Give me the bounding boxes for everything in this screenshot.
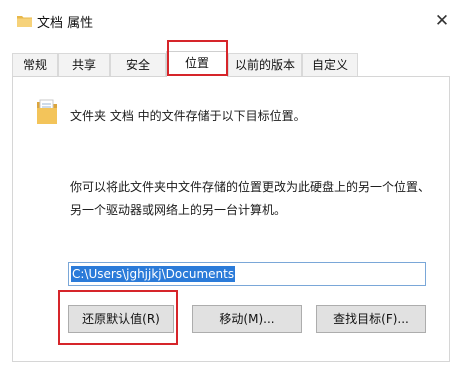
tab-sharing[interactable]: 共享	[58, 53, 110, 76]
path-text: C:\Users\jghjjkj\Documents	[71, 266, 236, 282]
location-description: 你可以将此文件夹中文件存储的位置更改为此硬盘上的另一个位置、另一个驱动器或网络上…	[70, 180, 431, 217]
folder-icon	[17, 14, 32, 30]
window-title: 文档 属性	[37, 16, 94, 31]
location-summary: 文件夹 文档 中的文件存储于以下目标位置。	[70, 109, 306, 123]
tab-location[interactable]: 位置	[166, 51, 228, 77]
tab-general[interactable]: 常规	[12, 53, 58, 76]
tab-strip: 常规 共享 安全 位置 以前的版本 自定义	[12, 51, 452, 77]
move-button[interactable]: 移动(M)...	[192, 305, 302, 333]
path-input[interactable]: C:\Users\jghjjkj\Documents	[68, 262, 426, 286]
tab-previous-versions[interactable]: 以前的版本	[228, 53, 302, 76]
tab-security[interactable]: 安全	[110, 53, 166, 76]
close-button[interactable]: ✕	[432, 10, 452, 32]
find-target-button[interactable]: 查找目标(F)...	[316, 305, 426, 333]
title-bar: 文档 属性 ✕	[0, 0, 459, 40]
restore-default-button[interactable]: 还原默认值(R)	[68, 305, 174, 333]
documents-folder-icon	[36, 99, 58, 128]
tab-customize[interactable]: 自定义	[302, 53, 358, 76]
